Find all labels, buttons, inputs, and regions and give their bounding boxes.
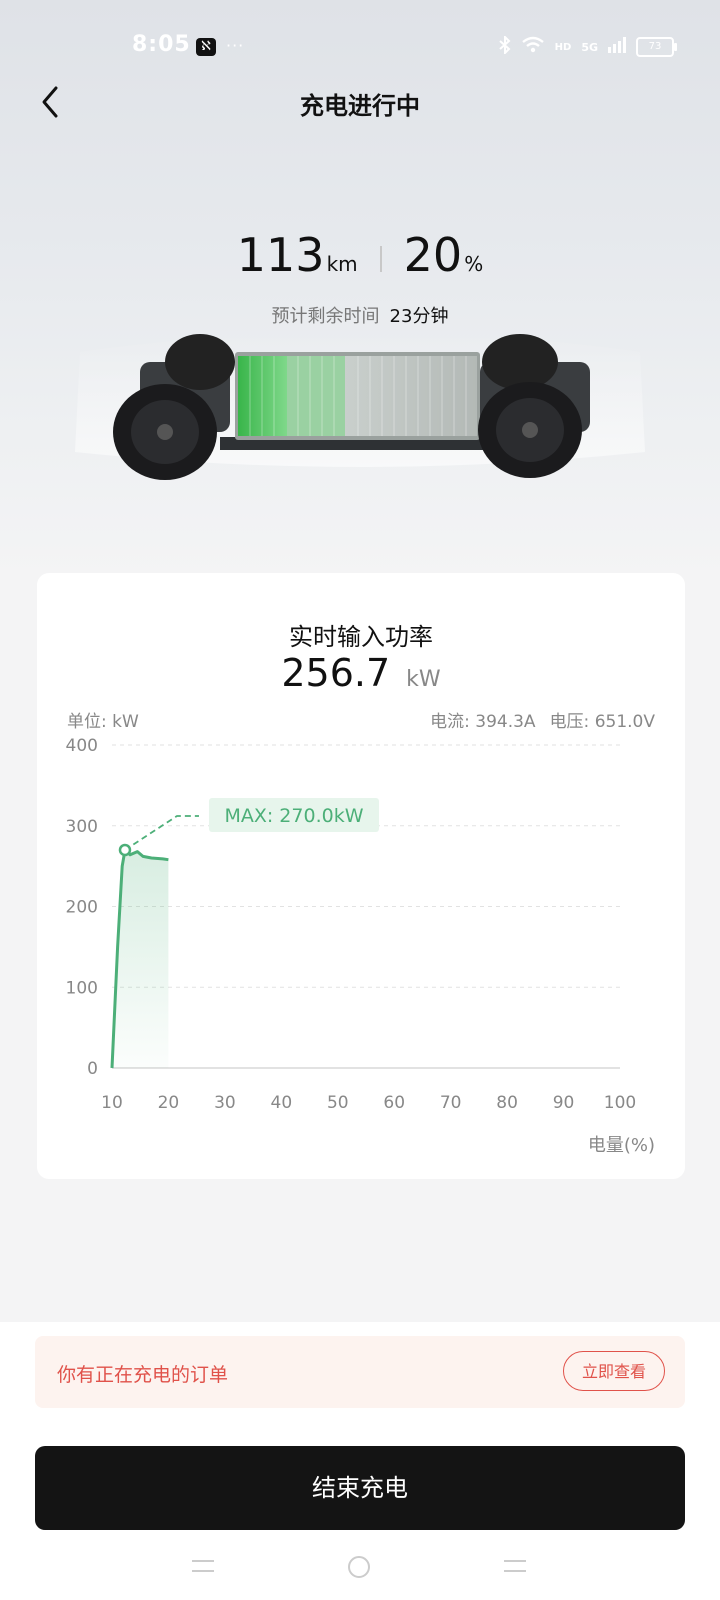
status-indicators: HD 5G 73 (498, 34, 677, 58)
x-tick-label: 70 (440, 1093, 462, 1113)
y-tick-label: 200 (66, 898, 98, 918)
page-title: 充电进行中 (300, 92, 420, 120)
max-point-marker (118, 843, 132, 857)
range-unit: km (326, 252, 358, 276)
voltage-reading: 电压: 651.0V (549, 712, 655, 732)
system-nav-bar (0, 1548, 720, 1588)
x-tick-label: 40 (271, 1093, 293, 1113)
front-right-wheel (478, 382, 582, 478)
x-tick-label: 60 (383, 1093, 405, 1113)
charging-order-banner: 你有正在充电的订单 立即查看 (35, 1336, 685, 1408)
y-tick-label: 0 (87, 1059, 98, 1079)
home-icon[interactable] (348, 1556, 370, 1578)
soc-value: 20 (403, 228, 463, 282)
current-reading: 电流: 394.3A (430, 712, 536, 732)
signal-icon (608, 37, 626, 57)
x-axis-label: 电量(%) (587, 1135, 655, 1156)
view-order-button[interactable]: 立即查看 (563, 1351, 665, 1391)
chart-unit-label: 单位: kW (67, 712, 139, 732)
x-tick-label: 30 (214, 1093, 236, 1113)
x-tick-label: 50 (327, 1093, 349, 1113)
divider (379, 245, 382, 272)
y-tick-label: 100 (66, 978, 98, 998)
power-value-row: 256.7 kW (37, 651, 685, 695)
power-unit: kW (406, 667, 441, 692)
y-tick-label: 400 (66, 736, 98, 756)
x-tick-label: 10 (101, 1093, 123, 1113)
y-tick-label: 300 (66, 817, 98, 837)
recent-apps-icon[interactable] (192, 1560, 214, 1572)
hd-icon: HD (554, 41, 572, 53)
battery-icon: 73 (636, 37, 677, 57)
x-tick-label: 20 (158, 1093, 180, 1113)
app-notification-icon: ℵ (196, 38, 216, 56)
front-left-wheel (113, 384, 217, 480)
wifi-icon (521, 36, 545, 58)
order-banner-text: 你有正在充电的订单 (57, 1364, 229, 1386)
bluetooth-icon (498, 34, 511, 58)
range-soc-row: 113 km 20% (0, 228, 720, 282)
network-type: 5G (581, 40, 598, 54)
power-chart: MAX: 270.0kW 0 100 200 300 400 10 20 30 40 50 60 70… (66, 736, 637, 1113)
electric-info: 电流: 394.3A 电压: 651.0V (416, 707, 655, 732)
car-chassis-illustration (70, 322, 650, 492)
status-bar: 8:05 ℵ ··· HD 5G 73 (0, 30, 720, 66)
status-time: 8:05 (132, 32, 191, 57)
x-tick-label: 80 (496, 1093, 518, 1113)
range-value: 113 (236, 228, 325, 282)
power-value: 256.7 (281, 651, 391, 695)
stop-charging-button[interactable]: 结束充电 (35, 1446, 685, 1530)
power-chart-card: 实时输入功率 256.7 kW 单位: kW 电流: 394.3A 电压: 651.… (37, 573, 685, 1179)
x-tick-label: 100 (604, 1093, 636, 1113)
more-notifications-icon: ··· (226, 36, 245, 55)
max-leader-line (124, 815, 199, 851)
soc-unit: % (464, 252, 484, 276)
back-nav-icon[interactable] (504, 1560, 526, 1572)
max-label: MAX: 270.0kW (224, 805, 363, 827)
power-card-title: 实时输入功率 (289, 623, 433, 651)
x-tick-label: 90 (553, 1093, 575, 1113)
